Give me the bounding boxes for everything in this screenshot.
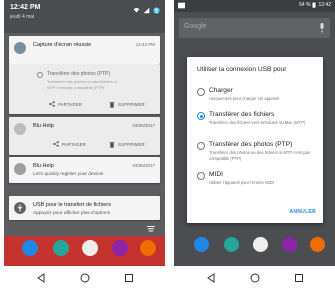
- navigation-bar: [174, 266, 335, 289]
- battery-text: 54 %: [299, 2, 311, 8]
- share-label: PARTAGER: [62, 141, 86, 147]
- phone-app-icon[interactable]: [22, 240, 38, 256]
- notification-blu-help-actions[interactable]: Blu Help 03/05/2017 PARTAGER SUPPRIMER: [9, 117, 160, 155]
- notification-title: Capture d'écran réussie: [33, 42, 92, 48]
- left-phone-screen: 12:42 PM jeudi 4 mai Capture d'écran réu…: [4, 0, 165, 289]
- option-desc: Utiliser l'appareil pour l'entrée MIDI: [209, 180, 274, 185]
- messages-app-icon[interactable]: [282, 237, 297, 252]
- google-search-bar[interactable]: Google: [179, 18, 330, 38]
- back-icon[interactable]: [36, 273, 46, 283]
- signal-icon: [143, 7, 150, 14]
- option-desc: Uniquement pour charger cet appareil: [209, 96, 280, 101]
- status-time: 12:42 PM: [10, 4, 41, 11]
- account-icon[interactable]: [153, 7, 160, 14]
- notification-subtitle: Let's quickly register your device!: [33, 172, 104, 177]
- clear-all-icon[interactable]: [147, 226, 155, 232]
- notification-subtitle: Appuyez pour afficher plus d'options: [33, 211, 111, 216]
- option-label: Transférer des photos (PTP): [209, 141, 293, 148]
- notification-title: Blu Help: [33, 163, 54, 169]
- phone-app-icon[interactable]: [194, 237, 209, 252]
- delete-label: SUPPRIMER: [118, 102, 145, 107]
- notification-icon: [178, 2, 185, 9]
- notification-time: 03/05/2017: [132, 163, 155, 168]
- blu-help-icon: [14, 123, 26, 135]
- radio-charger[interactable]: [197, 88, 205, 96]
- notification-screenshot[interactable]: Capture d'écran réussie 12:42 PM: [9, 36, 160, 64]
- delete-label: SUPPRIMER: [118, 142, 145, 147]
- option-desc: Transférer des photos ou des fichiers si…: [209, 150, 310, 161]
- status-time: 12:42: [318, 2, 331, 8]
- cancel-button[interactable]: ANNULER: [289, 209, 316, 215]
- apps-drawer-icon[interactable]: [82, 240, 98, 256]
- notification-title: USB pour le transfert de fichiers: [33, 202, 111, 208]
- navigation-bar: [4, 266, 165, 289]
- share-icon: [53, 141, 59, 147]
- search-placeholder: Google: [184, 23, 207, 30]
- battery-icon: [312, 2, 316, 8]
- usb-icon: [14, 202, 26, 214]
- recents-icon[interactable]: [294, 273, 304, 283]
- radio-transfer-files[interactable]: [197, 112, 205, 120]
- notification-blu-help[interactable]: Blu Help 03/05/2017 Let's quickly regist…: [9, 157, 160, 183]
- notification-usb[interactable]: USB pour le transfert de fichiers Appuye…: [9, 196, 160, 220]
- notification-time: 03/05/2017: [132, 123, 155, 128]
- option-desc: Transférer des fichiers vers Windows ou …: [209, 120, 306, 125]
- notification-shade-header: 12:42 PM jeudi 4 mai: [4, 0, 165, 33]
- right-phone-screen: 54 % 12:42 Google Utiliser la connexion …: [174, 0, 335, 289]
- home-icon[interactable]: [250, 273, 260, 283]
- camera-app-icon[interactable]: [53, 240, 69, 256]
- share-icon: [49, 101, 55, 107]
- trash-icon: [109, 102, 115, 108]
- status-icons: [133, 7, 160, 14]
- blu-help-icon: [14, 163, 26, 175]
- option-label: Transférer des fichiers: [209, 111, 275, 118]
- radio-transfer-photos[interactable]: [197, 142, 205, 150]
- notification-time: 12:42 PM: [135, 42, 155, 47]
- option-label: MIDI: [209, 171, 223, 178]
- status-date: jeudi 4 mai: [10, 14, 35, 20]
- status-bar: 54 % 12:42: [174, 0, 335, 12]
- wifi-icon: [133, 8, 140, 13]
- apps-drawer-icon[interactable]: [253, 237, 268, 252]
- delete-action[interactable]: SUPPRIMER: [109, 101, 145, 108]
- share-label: PARTAGER: [58, 101, 82, 107]
- notification-title: Blu Help: [33, 123, 54, 129]
- usb-connection-dialog: Utiliser la connexion USB pour Charger U…: [187, 57, 323, 223]
- delete-action[interactable]: SUPPRIMER: [109, 141, 145, 148]
- radio-midi[interactable]: [197, 172, 205, 180]
- status-right: 54 % 12:42: [299, 2, 331, 8]
- trash-icon: [109, 142, 115, 148]
- recents-icon[interactable]: [124, 273, 134, 283]
- browser-app-icon[interactable]: [310, 237, 325, 252]
- home-icon[interactable]: [80, 273, 90, 283]
- option-label: Charger: [209, 87, 233, 94]
- camera-app-icon[interactable]: [224, 237, 239, 252]
- ptp-radio-icon: [37, 72, 43, 78]
- browser-app-icon[interactable]: [140, 240, 156, 256]
- back-icon[interactable]: [206, 273, 216, 283]
- ptp-desc-line1: Transférer des photos ou des fichiers si: [47, 79, 117, 84]
- dialog-title: Utiliser la connexion USB pour: [197, 66, 287, 73]
- messages-app-icon[interactable]: [112, 240, 128, 256]
- ptp-option-label: Transférer des photos (PTP): [47, 71, 111, 77]
- notification-expanded-ptp[interactable]: Transférer des photos (PTP) Transférer d…: [9, 64, 160, 114]
- share-action[interactable]: PARTAGER: [49, 101, 82, 107]
- screenshot-icon: [14, 42, 26, 54]
- mic-icon[interactable]: [319, 23, 325, 33]
- share-action[interactable]: PARTAGER: [53, 141, 86, 147]
- ptp-desc-line2: MTP n'est pas compatible (PTP): [47, 85, 105, 90]
